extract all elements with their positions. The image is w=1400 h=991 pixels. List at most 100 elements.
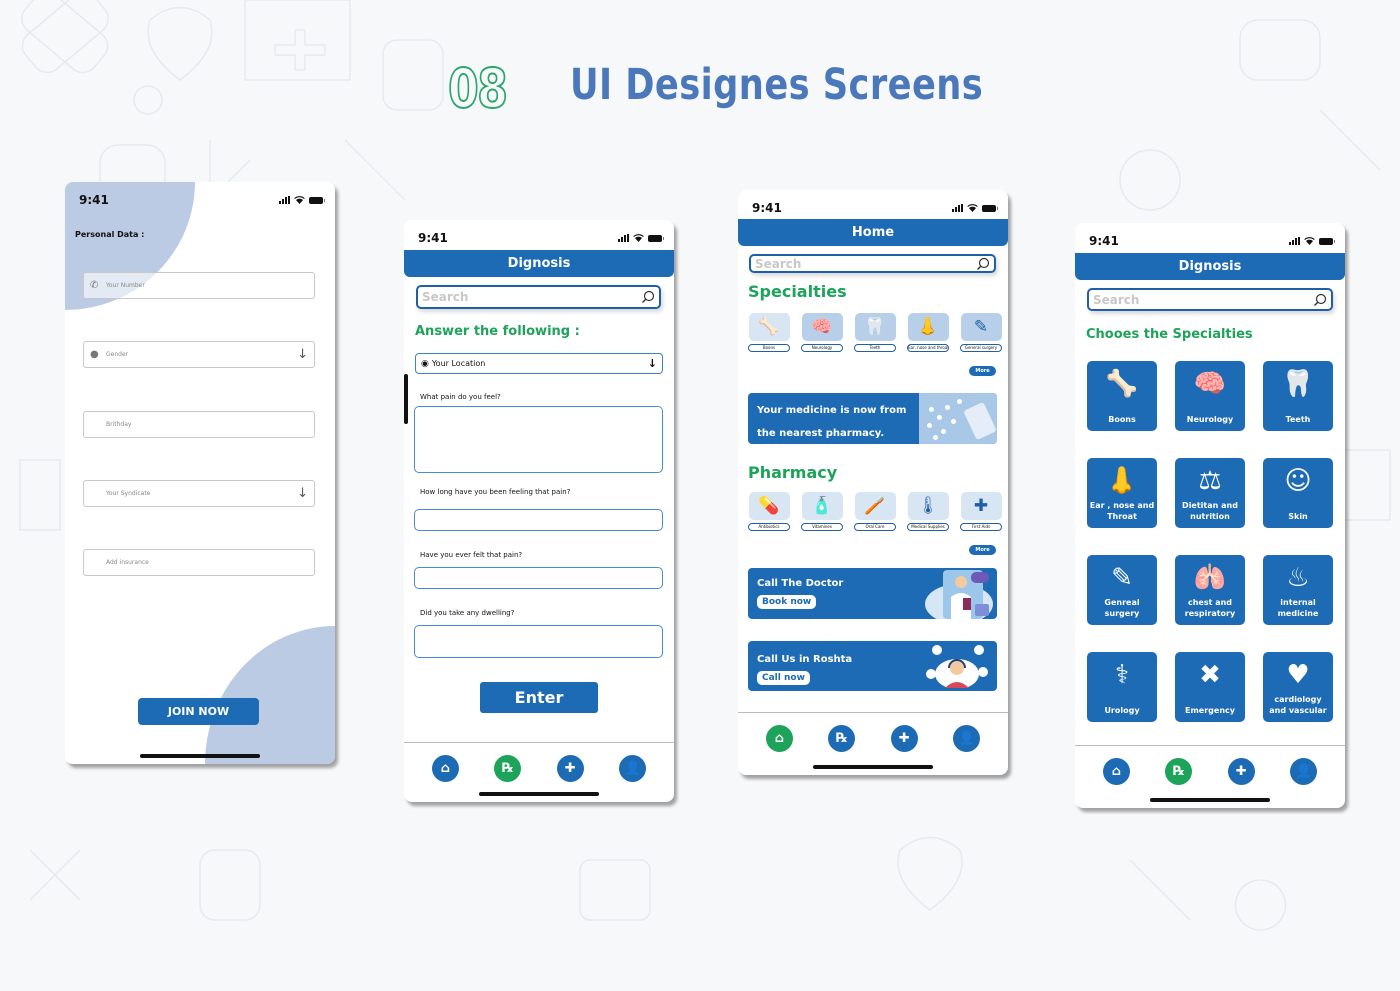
specialty-chip[interactable]: 🦷 Teeth [854,313,896,352]
screen-personal-data: 9:41 Personal Data : ✆ Your Number ● Gen… [65,182,335,764]
specialty-tile[interactable]: 👃 Ear , nose and Throat [1087,458,1157,528]
nav-home-icon[interactable]: ⌂ [431,755,459,782]
signal-icon [279,196,290,204]
specialty-tile[interactable]: ♨ internal medicine [1263,555,1333,625]
battery-icon [1319,237,1335,245]
nose-icon: 👃 [1105,466,1139,496]
specialty-tile[interactable]: 🦴 Boons [1087,361,1157,431]
nav-prescription-icon[interactable]: ℞ [828,725,856,752]
nav-home-icon[interactable]: ⌂ [1102,758,1130,785]
specialty-tile[interactable]: ♥ cardiology and vascular [1263,652,1333,722]
face-icon: ☺ [1284,466,1312,496]
battery-icon [309,196,325,204]
insurance-field[interactable]: Add insurance [83,549,315,576]
specialty-tile[interactable]: 🫁 chest and respiratory [1175,555,1245,625]
search-icon [642,290,655,303]
felt-before-input[interactable] [414,567,663,589]
nav-profile-icon[interactable]: 👤 [1290,758,1318,785]
bandage-icon: ✖ [1199,660,1221,690]
specialty-tile[interactable]: ☺ Skin [1263,458,1333,528]
pharmacy-chip[interactable]: 💊 Antibiotics [748,492,790,531]
home-indicator[interactable] [140,754,260,758]
home-indicator[interactable] [813,765,933,769]
status-bar: 9:41 [79,192,325,208]
specialty-chip[interactable]: 🧠 Neurology [801,313,843,352]
specialty-tile[interactable]: ⚖ Dietitan and nutrition [1175,458,1245,528]
signal-icon [1289,237,1300,245]
medication-textarea[interactable] [414,625,663,658]
status-time: 9:41 [418,231,448,245]
join-now-button[interactable]: JOIN NOW [138,698,259,725]
pain-duration-input[interactable] [414,509,663,531]
medicine-banner[interactable]: Your medicine is now from the nearest ph… [748,393,997,444]
enter-button[interactable]: Enter [480,682,598,713]
search-input[interactable] [755,256,976,271]
section-heading: Chooes the Specialties [1086,327,1253,342]
gender-select[interactable]: ● Gender ↓ [83,341,315,368]
home-indicator[interactable] [1150,798,1270,802]
pharmacy-chip[interactable]: 🪥 Oral Care [854,492,896,531]
section-label: Personal Data : [75,230,145,239]
battery-icon [648,234,664,242]
specialties-more-button[interactable]: More [969,366,996,376]
bottom-nav: ⌂ ℞ ✚ 👤 [1075,745,1345,797]
specialty-chip[interactable]: ✎ General surgery [960,313,1002,352]
specialty-chip[interactable]: 🦴 Boons [748,313,790,352]
specialty-tile[interactable]: 🧠 Neurology [1175,361,1245,431]
pharmacy-more-button[interactable]: More [969,545,996,555]
app-bar-title: Dignosis [1178,259,1242,274]
nav-prescription-icon[interactable]: ℞ [1165,758,1193,785]
search-input[interactable] [422,290,641,304]
nav-pharmacy-icon[interactable]: ✚ [890,725,918,752]
search-icon [977,257,990,270]
specialty-tile[interactable]: ⚕ Urology [1087,652,1157,722]
call-doctor-banner[interactable]: Call The Doctor Book now [748,568,997,619]
search-input[interactable] [1093,292,1313,307]
pharmacy-chip[interactable]: 🌡 Medical Supplies [907,492,949,531]
phone-number-field[interactable]: ✆ Your Number [83,272,315,299]
call-now-button[interactable]: Call now [757,671,810,685]
location-select[interactable]: ◉ Your Location ↓ [415,353,663,374]
nav-profile-icon[interactable]: 👤 [953,725,981,752]
search-bar[interactable] [416,285,661,309]
app-bar-title: Dignosis [507,256,571,271]
arrow-down-icon: ↓ [647,357,657,370]
call-us-banner[interactable]: Call Us in Roshta Call now [748,641,997,691]
oral-care-icon: 🪥 [854,492,896,520]
nav-prescription-icon[interactable]: ℞ [494,755,522,782]
signal-icon [952,204,963,212]
stomach-icon: ♨ [1286,563,1310,593]
pharmacy-chip[interactable]: ✚ First Aids [960,492,1002,531]
antibiotics-icon: 💊 [748,492,790,520]
nav-profile-icon[interactable]: 👤 [619,755,647,782]
search-bar[interactable] [749,254,996,273]
doctor-illustration [925,570,993,619]
pills-image [919,393,997,444]
nav-pharmacy-icon[interactable]: ✚ [1227,758,1255,785]
nav-pharmacy-icon[interactable]: ✚ [556,755,584,782]
screen-choose-specialties: 9:41 Dignosis Chooes the Specialties 🦴Bo… [1075,223,1345,808]
location-pin-icon: ◉ [421,358,429,369]
book-now-button[interactable]: Book now [757,595,817,609]
specialty-tile[interactable]: ✎ Genreal surgery [1087,555,1157,625]
nav-home-icon[interactable]: ⌂ [765,725,793,752]
wifi-icon [1304,237,1315,245]
specialty-tile[interactable]: ✖ Emergency [1175,652,1245,722]
scrollbar[interactable] [404,374,408,424]
bone-joint-icon: 🦴 [1105,369,1139,399]
search-bar[interactable] [1087,288,1333,311]
app-bar: Dignosis [404,250,674,277]
status-time: 9:41 [79,193,109,207]
birthday-field[interactable]: Brithday [83,411,315,438]
pharmacy-chip[interactable]: 🧴 Vitamines [801,492,843,531]
specialty-tile[interactable]: 🦷 Teeth [1263,361,1333,431]
status-time: 9:41 [752,201,782,215]
pain-description-textarea[interactable] [414,406,663,473]
question-label: How long have you been feeling that pain… [420,488,571,496]
scale-icon: ⚖ [1198,466,1222,496]
home-indicator[interactable] [479,792,599,796]
search-icon [1314,293,1327,306]
syndicate-select[interactable]: Your Syndicate ↓ [83,480,315,507]
specialty-chip[interactable]: 👃 Ear, nose and throat [907,313,949,352]
lungs-icon: 🫁 [1193,563,1227,593]
